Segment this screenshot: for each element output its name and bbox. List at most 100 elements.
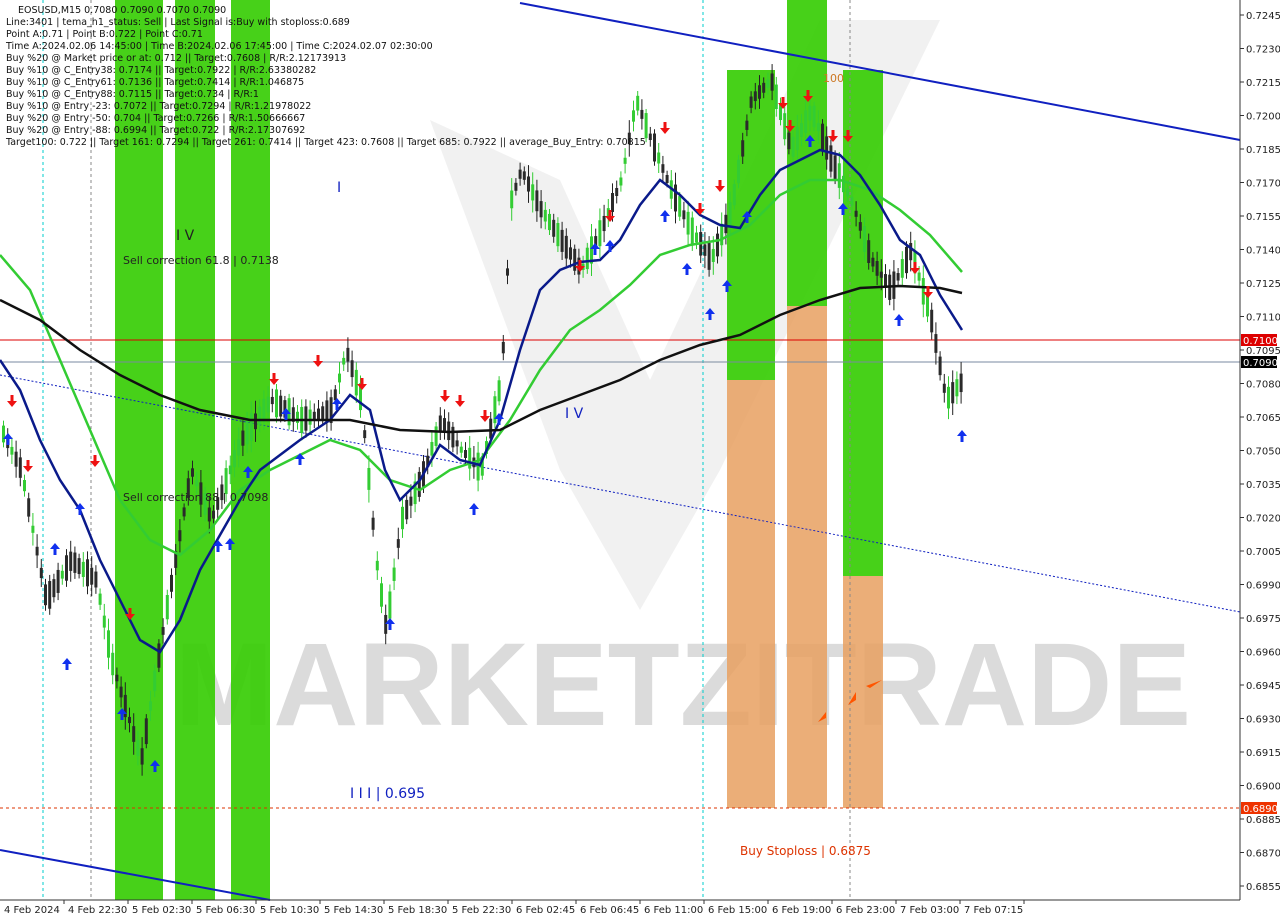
price-tick-label: 0.6960 — [1246, 648, 1280, 659]
candle-body — [741, 140, 745, 157]
candle-body — [115, 674, 119, 682]
candle-body — [107, 630, 110, 658]
candle-body — [812, 105, 816, 128]
candle-body — [338, 373, 341, 383]
time-axis: 4 Feb 2024 4 Feb 22:30 5 Feb 02:30 5 Feb 06… — [0, 899, 1240, 916]
candle-body — [493, 396, 497, 424]
candle-body — [787, 132, 791, 150]
price-tick-label: 0.7185 — [1246, 145, 1280, 156]
candle-body — [808, 105, 812, 121]
candle-body — [98, 593, 102, 605]
sell-correction-label: Sell correction 88 | 0.7098 — [123, 491, 268, 504]
candle-body — [837, 163, 841, 188]
candle-body — [111, 652, 115, 676]
candle-body — [14, 451, 18, 467]
candle-body — [535, 190, 539, 212]
candle-body — [850, 196, 854, 206]
candle-body — [262, 398, 266, 422]
candle-body — [128, 716, 131, 724]
candle-body — [23, 480, 26, 492]
orange-zone — [843, 576, 883, 808]
candle-body — [636, 95, 640, 111]
candle-body — [632, 110, 635, 122]
price-tick-label: 0.6930 — [1246, 715, 1280, 726]
candle-body — [720, 223, 724, 246]
candle-body — [934, 334, 938, 353]
time-tick-label: 6 Feb 06:45 — [580, 905, 639, 916]
price-tick-label: 0.7245 — [1246, 11, 1280, 22]
candle-body — [644, 113, 648, 139]
candle-body — [401, 506, 404, 530]
candle-body — [191, 468, 194, 477]
candle-body — [615, 187, 619, 197]
candle-body — [270, 396, 274, 405]
candle-body — [81, 561, 85, 577]
candle-body — [354, 369, 358, 396]
candle-body — [363, 430, 367, 439]
candle-body — [367, 467, 371, 490]
candle-body — [60, 570, 64, 579]
candle-body — [774, 84, 778, 110]
info-line: Target100: 0.722 || Target 161: 0.7294 |… — [5, 137, 646, 148]
time-tick-label: 4 Feb 2024 — [4, 905, 60, 916]
candle-body — [728, 202, 732, 225]
candle-body — [405, 499, 409, 520]
candle-body — [686, 211, 690, 235]
candle-body — [308, 409, 312, 425]
candle-body — [762, 82, 766, 93]
candle-body — [791, 136, 795, 157]
candle-body — [552, 219, 556, 237]
price-chart[interactable]: MARKETZITRADE Sell correction 61.8 | 0.7… — [0, 0, 1280, 920]
wave-label: I V — [565, 406, 584, 422]
candle-body — [501, 341, 505, 354]
candle-body — [249, 413, 253, 441]
price-tick-label: 0.7155 — [1246, 212, 1280, 223]
candle-body — [52, 579, 56, 598]
candle-body — [854, 210, 858, 217]
candle-body — [144, 718, 148, 745]
candle-body — [674, 184, 677, 212]
candle-body — [207, 507, 211, 522]
candle-body — [585, 247, 589, 270]
candle-body — [44, 584, 47, 606]
candle-body — [619, 177, 623, 186]
price-tick-label: 0.7110 — [1246, 313, 1280, 324]
candle-body — [569, 247, 572, 260]
buy-stoploss-label: Buy Stoploss | 0.6875 — [740, 844, 871, 858]
candle-body — [350, 360, 354, 378]
candle-body — [69, 551, 73, 571]
candle-body — [707, 242, 711, 270]
candle-body — [653, 133, 656, 162]
candle-body — [930, 309, 934, 333]
candle-body — [140, 748, 144, 765]
candle-body — [917, 272, 921, 281]
wave-label: I — [337, 180, 341, 196]
candle-body — [938, 356, 942, 376]
price-tags: 0.7100 0.7090 0.6890 — [1241, 334, 1278, 815]
candle-body — [905, 246, 908, 274]
candle-body — [468, 447, 472, 469]
candle-body — [921, 278, 925, 305]
price-tick-label: 0.7230 — [1246, 45, 1280, 56]
info-line: Buy %20 @ Entry -50: 0.704 || Target:0.7… — [6, 113, 305, 124]
candle-body — [497, 380, 501, 402]
candle-body — [10, 446, 14, 455]
candle-body — [438, 415, 442, 432]
time-tick-label: 6 Feb 02:45 — [516, 905, 575, 916]
time-tick-label: 6 Feb 19:00 — [772, 905, 831, 916]
candle-body — [31, 525, 35, 533]
time-tick-label: 5 Feb 02:30 — [132, 905, 191, 916]
candle-body — [821, 123, 824, 152]
time-tick-label: 5 Feb 22:30 — [452, 905, 511, 916]
price-tick-label: 0.7215 — [1246, 78, 1280, 89]
candle-body — [678, 196, 682, 217]
candle-body — [119, 686, 123, 698]
time-tick-label: 7 Feb 03:00 — [900, 905, 959, 916]
candle-body — [573, 248, 577, 271]
candle-body — [417, 471, 421, 497]
info-line: Buy %10 @ C_Entry61: 0.7136 || Target:0.… — [6, 77, 304, 88]
candle-body — [770, 73, 774, 91]
price-tick-label: 0.7125 — [1246, 279, 1280, 290]
candle-body — [842, 175, 845, 193]
candle-body — [409, 496, 413, 506]
